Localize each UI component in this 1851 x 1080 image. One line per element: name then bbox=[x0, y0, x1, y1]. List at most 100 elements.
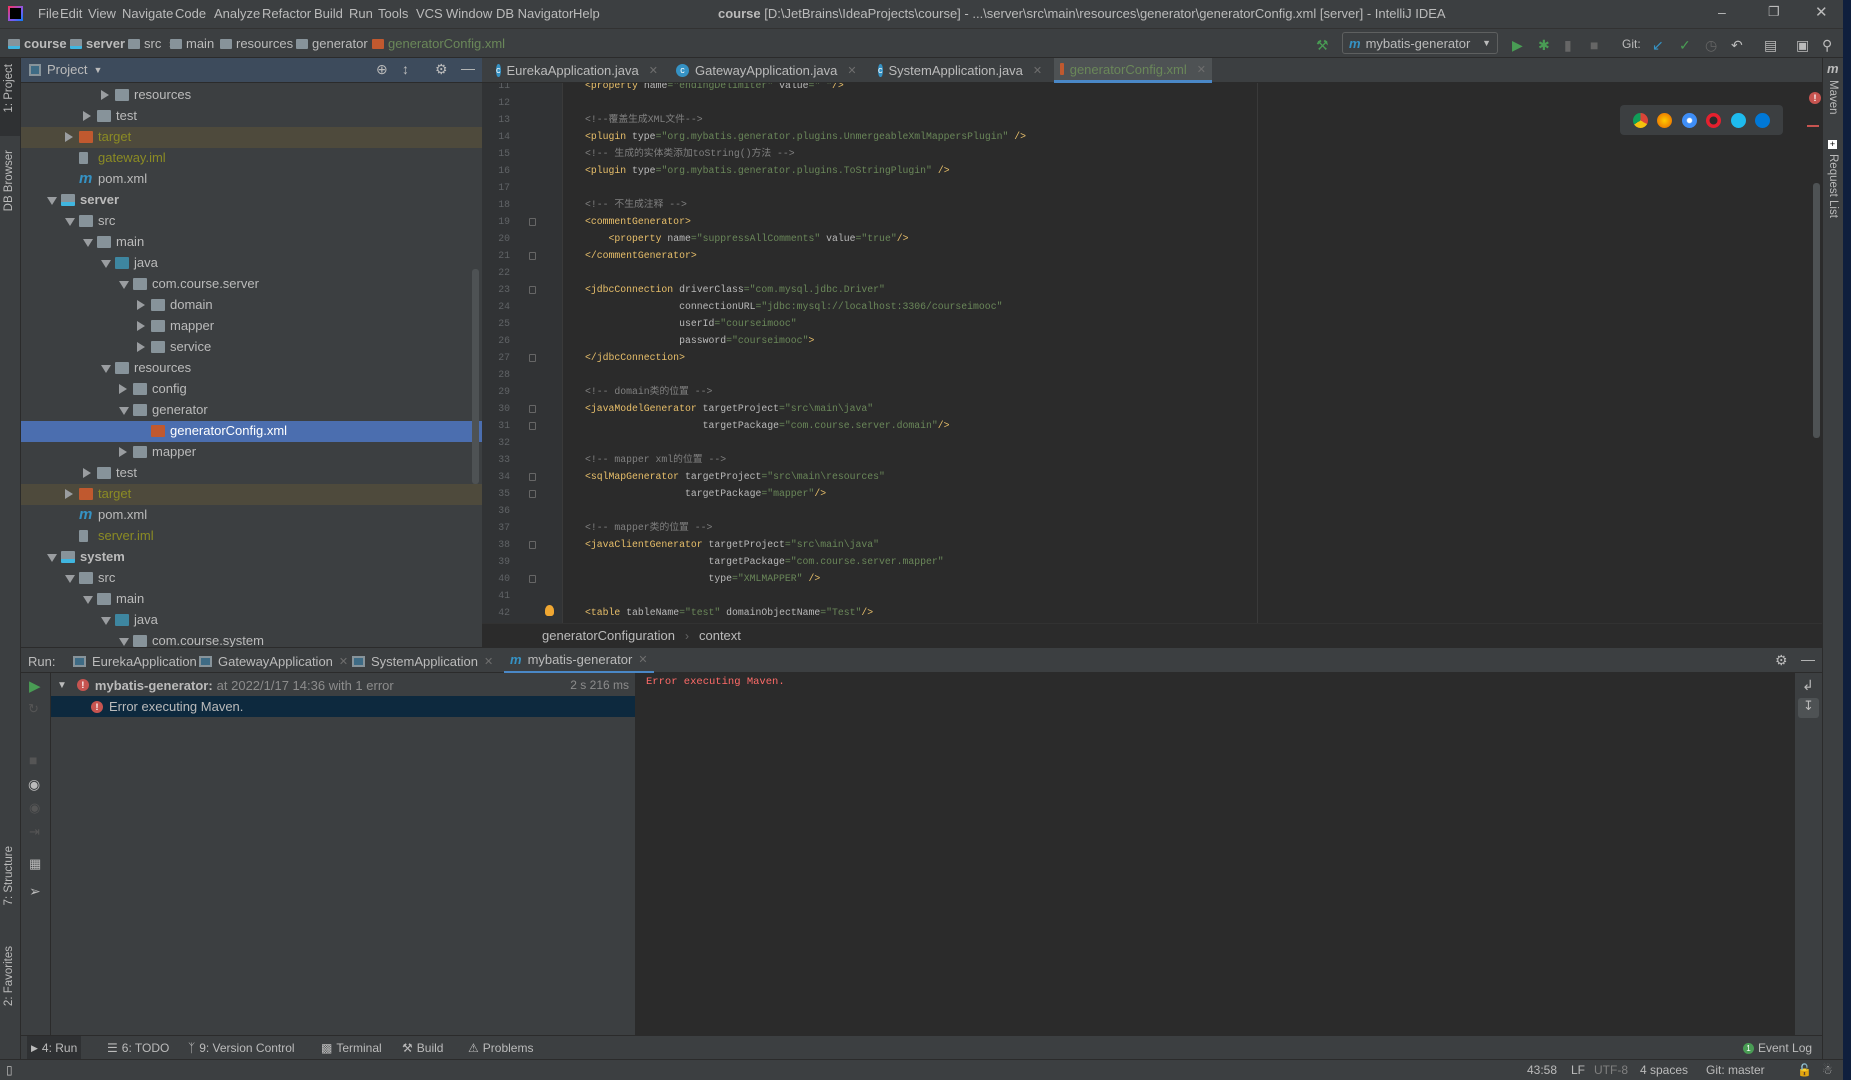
import-icon[interactable]: ⇥ bbox=[29, 824, 40, 840]
collapsed-arrow-icon[interactable] bbox=[119, 447, 127, 457]
chrome-icon[interactable] bbox=[1632, 112, 1648, 128]
fold-marker-icon[interactable] bbox=[529, 473, 536, 481]
fold-marker-icon[interactable] bbox=[529, 541, 536, 549]
scroll-to-end-icon[interactable]: ↧ bbox=[1798, 698, 1819, 718]
collapsed-arrow-icon[interactable] bbox=[137, 342, 145, 352]
coverage-icon[interactable]: ▮ bbox=[1564, 37, 1572, 54]
run-tree-error-item[interactable]: ! Error executing Maven. bbox=[51, 696, 635, 717]
tree-item[interactable]: main bbox=[21, 232, 482, 253]
expanded-arrow-icon[interactable] bbox=[101, 260, 111, 268]
tool-window-version-control[interactable]: ᛉ 9: Version Control bbox=[184, 1036, 299, 1060]
fold-marker-icon[interactable] bbox=[529, 422, 536, 430]
run-tab[interactable]: SystemApplication ✕ bbox=[352, 648, 493, 674]
opera-icon[interactable] bbox=[1706, 112, 1722, 128]
fold-marker-icon[interactable] bbox=[529, 252, 536, 260]
nav-crumb-generatorConfig-xml[interactable]: generatorConfig.xml bbox=[372, 36, 505, 51]
menu-file[interactable]: File bbox=[38, 6, 59, 21]
run-config-select[interactable]: m mybatis-generator ▼ bbox=[1342, 32, 1498, 54]
menu-tools[interactable]: Tools bbox=[378, 6, 408, 21]
breadcrumb-context[interactable]: context bbox=[699, 628, 741, 643]
close-button[interactable]: ✕ bbox=[1815, 3, 1828, 21]
editor-tab[interactable]: generatorConfig.xml ✕ bbox=[1054, 58, 1212, 83]
git-branch[interactable]: Git: master bbox=[1706, 1063, 1765, 1077]
run-console[interactable]: Error executing Maven. bbox=[636, 673, 1794, 1035]
collapsed-arrow-icon[interactable] bbox=[65, 132, 73, 142]
hide-panel-icon[interactable]: — bbox=[1801, 651, 1815, 667]
tree-item[interactable]: server.iml bbox=[21, 526, 482, 547]
view-options-icon[interactable]: ◉ bbox=[28, 776, 40, 793]
breadcrumb-generatorConfiguration[interactable]: generatorConfiguration bbox=[542, 628, 675, 643]
collapsed-arrow-icon[interactable] bbox=[83, 111, 91, 121]
menu-db-navigator[interactable]: DB Navigator bbox=[496, 6, 573, 21]
collapsed-arrow-icon[interactable] bbox=[137, 321, 145, 331]
run-tab[interactable]: m mybatis-generator ✕ bbox=[504, 648, 654, 674]
tree-item[interactable]: java bbox=[21, 253, 482, 274]
menu-edit[interactable]: Edit bbox=[60, 6, 82, 21]
tree-item[interactable]: mapper bbox=[21, 316, 482, 337]
close-tab-icon[interactable]: ✕ bbox=[649, 64, 658, 77]
run-tab[interactable]: EurekaApplication✕ bbox=[73, 648, 212, 674]
tree-item[interactable]: resources bbox=[21, 358, 482, 379]
menu-window[interactable]: Window bbox=[446, 6, 492, 21]
tree-item[interactable]: m pom.xml bbox=[21, 169, 482, 190]
tree-item[interactable]: src bbox=[21, 211, 482, 232]
editor-tab[interactable]: c SystemApplication.java ✕ bbox=[872, 58, 1048, 83]
collapsed-arrow-icon[interactable] bbox=[119, 384, 127, 394]
tree-item[interactable]: com.course.server bbox=[21, 274, 482, 295]
tree-item[interactable]: server bbox=[21, 190, 482, 211]
menu-run[interactable]: Run bbox=[349, 6, 373, 21]
tool-window-db-browser[interactable]: DB Browser bbox=[3, 150, 15, 211]
tool-window-run[interactable]: ▶ 4: Run bbox=[27, 1036, 82, 1060]
expanded-arrow-icon[interactable] bbox=[101, 617, 111, 625]
close-tab-icon[interactable]: ✕ bbox=[1033, 64, 1042, 77]
gear-icon[interactable]: ⚙ bbox=[435, 61, 448, 78]
menu-help[interactable]: Help bbox=[573, 6, 600, 21]
inspector-icon[interactable]: ☃ bbox=[1822, 1063, 1833, 1077]
soft-wrap-icon[interactable]: ↲ bbox=[1802, 677, 1814, 694]
file-encoding[interactable]: UTF-8 bbox=[1594, 1063, 1628, 1077]
expanded-arrow-icon[interactable] bbox=[119, 281, 129, 289]
tool-window-build[interactable]: ⚒ Build bbox=[398, 1036, 447, 1060]
close-tab-icon[interactable]: ✕ bbox=[847, 64, 856, 77]
safari-icon[interactable] bbox=[1681, 112, 1697, 128]
tree-item[interactable]: target bbox=[21, 127, 482, 148]
tree-item[interactable]: generator bbox=[21, 400, 482, 421]
rerun-icon[interactable]: ▶ bbox=[29, 677, 41, 695]
expanded-arrow-icon[interactable] bbox=[119, 638, 129, 646]
tree-item[interactable]: generatorConfig.xml bbox=[21, 421, 482, 442]
expanded-arrow-icon[interactable] bbox=[119, 407, 129, 415]
tree-item[interactable]: main bbox=[21, 589, 482, 610]
tree-item[interactable]: config bbox=[21, 379, 482, 400]
run-icon[interactable]: ▶ bbox=[1512, 37, 1523, 54]
stop-icon[interactable]: ■ bbox=[1590, 37, 1598, 53]
search-icon[interactable]: ⚲ bbox=[1822, 37, 1832, 54]
expand-arrow-icon[interactable]: ▼ bbox=[57, 680, 67, 691]
tree-item[interactable]: test bbox=[21, 463, 482, 484]
collapse-all-icon[interactable]: ↕ bbox=[402, 61, 409, 77]
collapsed-arrow-icon[interactable] bbox=[101, 90, 109, 100]
lightbulb-icon[interactable] bbox=[545, 605, 554, 616]
nav-crumb-resources[interactable]: resources› bbox=[220, 36, 304, 51]
tree-item[interactable]: gateway.iml bbox=[21, 148, 482, 169]
minimize-button[interactable]: – bbox=[1718, 4, 1726, 20]
run-tab[interactable]: GatewayApplication ✕ bbox=[199, 648, 348, 674]
tool-window-request-list[interactable]: Request List bbox=[1827, 154, 1839, 218]
expanded-arrow-icon[interactable] bbox=[47, 197, 57, 205]
menu-vcs[interactable]: VCS bbox=[416, 6, 443, 21]
tool-window-todo[interactable]: ☰ 6: TODO bbox=[103, 1036, 173, 1060]
layout-icon[interactable]: ▦ bbox=[29, 856, 41, 872]
rerun-failed-icon[interactable]: ↻ bbox=[28, 701, 39, 717]
tool-window-problems[interactable]: ⚠ Problems bbox=[464, 1036, 537, 1060]
project-structure-icon[interactable]: ▤ bbox=[1764, 37, 1777, 54]
tree-item[interactable]: mapper bbox=[21, 442, 482, 463]
git-commit-icon[interactable]: ✓ bbox=[1679, 37, 1691, 54]
menu-build[interactable]: Build bbox=[314, 6, 343, 21]
nav-crumb-generator[interactable]: generator› bbox=[296, 36, 379, 51]
gear-icon[interactable]: ⚙ bbox=[1775, 652, 1788, 669]
close-tab-icon[interactable]: ✕ bbox=[638, 653, 647, 666]
expanded-arrow-icon[interactable] bbox=[65, 218, 75, 226]
tree-item[interactable]: com.course.system bbox=[21, 631, 482, 647]
menu-view[interactable]: View bbox=[88, 6, 116, 21]
edge-icon[interactable] bbox=[1755, 112, 1771, 128]
tree-item[interactable]: java bbox=[21, 610, 482, 631]
